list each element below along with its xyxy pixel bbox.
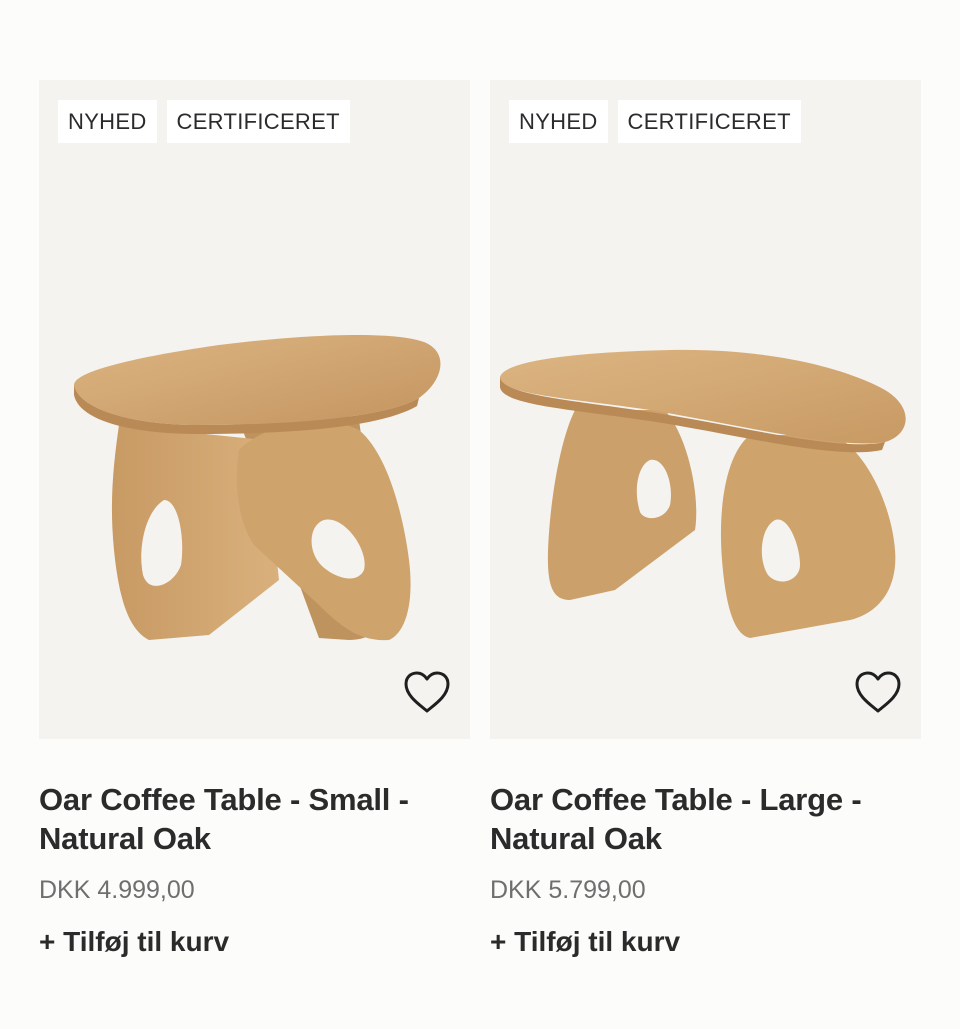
product-image-container[interactable]: NYHED CERTIFICERET (39, 80, 470, 739)
badge-certified: CERTIFICERET (166, 100, 350, 143)
product-grid: NYHED CERTIFICERET Oar Coffee Table - Sm… (39, 80, 921, 959)
product-image[interactable] (490, 80, 921, 739)
badge-group: NYHED CERTIFICERET (509, 100, 801, 143)
badge-new: NYHED (509, 100, 608, 143)
heart-outline-icon[interactable] (853, 669, 903, 715)
badge-new: NYHED (58, 100, 157, 143)
product-title[interactable]: Oar Coffee Table - Large - Natural Oak (490, 780, 921, 858)
product-card[interactable]: NYHED CERTIFICERET Oar Coffee Table - La… (490, 80, 921, 959)
product-price: DKK 5.799,00 (490, 876, 646, 904)
product-image-container[interactable]: NYHED CERTIFICERET (490, 80, 921, 739)
badge-certified: CERTIFICERET (617, 100, 801, 143)
badge-group: NYHED CERTIFICERET (58, 100, 350, 143)
add-to-cart-button[interactable]: + Tilføj til kurv (490, 925, 921, 959)
product-price: DKK 4.999,00 (39, 876, 195, 904)
product-card[interactable]: NYHED CERTIFICERET Oar Coffee Table - Sm… (39, 80, 470, 959)
add-to-cart-button[interactable]: + Tilføj til kurv (39, 925, 470, 959)
heart-outline-icon[interactable] (402, 669, 452, 715)
product-image[interactable] (39, 80, 470, 739)
product-title[interactable]: Oar Coffee Table - Small - Natural Oak (39, 780, 470, 858)
